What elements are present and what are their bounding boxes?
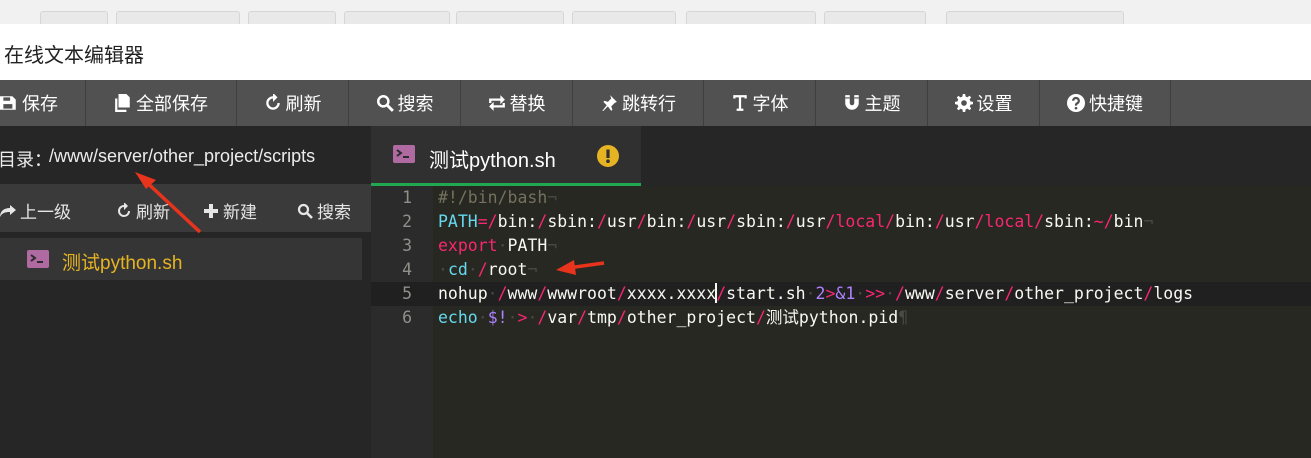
help-icon [1067,94,1085,112]
line-number: 4 [402,260,412,279]
goto-line-label: 跳转行 [622,94,676,114]
pin-icon [600,94,618,112]
code-line-text: echo·$!·>·/var/tmp/other_project/测试pytho… [438,308,909,327]
code-line-text: nohup·/www/wwwroot/xxxx.xxxx/start.sh·2>… [438,283,1194,303]
text-icon [731,94,749,112]
theme-label: 主题 [864,94,901,114]
replace-label: 替换 [509,94,546,114]
save-all-icon [114,94,132,112]
line-number: 6 [402,308,412,327]
code-line: 1 #!/bin/bash¬ [371,186,1311,210]
editor-tab-name: 测试python.sh [429,150,556,172]
share-icon [0,204,16,217]
save-label: 保存 [22,94,58,114]
code-line: 3 export·PATH¬ [371,234,1311,258]
theme-button[interactable]: 主题 [816,80,928,126]
new-file-button[interactable]: 新建 [203,198,257,223]
terminal-icon [27,250,49,273]
settings-label: 设置 [976,94,1013,114]
code-area[interactable]: 1 #!/bin/bash¬ 2 PATH=/bin:/sbin:/usr/bi… [371,186,1311,458]
parent-dir-button[interactable]: 上一级 [0,198,71,223]
file-sidebar: 目录： /www/server/other_project/scripts 上一… [0,126,371,458]
directory-label: 目录： [0,150,52,170]
save-icon [0,94,18,112]
save-button[interactable]: 保存 [0,80,86,126]
line-number: 5 [402,284,412,303]
sidebar-refresh-label: 刷新 [136,203,170,222]
code-editor: 测试python.sh 1 #!/bin/bash¬ 2 PATH=/bin:/… [371,126,1311,458]
new-file-label: 新建 [223,203,257,222]
refresh-label: 刷新 [285,94,322,114]
window-title: 在线文本编辑器 [4,45,144,67]
sidebar-search-label: 搜索 [317,203,351,222]
code-line-text: #!/bin/bash¬ [438,188,558,207]
font-label: 字体 [752,94,789,114]
file-list-item[interactable]: 测试python.sh [0,238,362,280]
terminal-icon [393,145,415,168]
shebang-text: #!/bin/bash [438,188,548,207]
parent-dir-label: 上一级 [20,203,71,222]
code-line-current: 5 nohup·/www/wwwroot/xxxx.xxxx/start.sh·… [371,282,1311,306]
replace-icon [488,94,506,112]
editor-tab-strip: 测试python.sh [371,126,1311,186]
code-line: 6 echo·$!·>·/var/tmp/other_project/测试pyt… [371,306,1311,330]
sidebar-refresh-button[interactable]: 刷新 [116,198,170,223]
magnet-icon [843,94,861,112]
replace-button[interactable]: 替换 [461,80,573,126]
browser-tab-strip [0,0,1311,26]
sidebar-toolbar: 上一级 刷新 新建 搜索 [0,184,371,232]
goto-line-button[interactable]: 跳转行 [573,80,704,126]
code-line-text: ·cd·/root¬ [438,260,538,279]
save-all-label: 全部保存 [136,94,208,114]
line-number: 3 [402,236,412,255]
refresh-icon [264,94,282,112]
sidebar-search-button[interactable]: 搜索 [297,198,351,223]
font-button[interactable]: 字体 [704,80,816,126]
search-icon [297,203,313,219]
dialog-titlebar: 在线文本编辑器 [0,24,1311,80]
refresh-icon [118,202,130,217]
search-button[interactable]: 搜索 [349,80,461,126]
line-number: 2 [402,212,412,231]
search-icon [376,94,394,112]
editor-tab-active[interactable]: 测试python.sh [371,126,641,186]
warning-icon [597,145,619,172]
save-all-button[interactable]: 全部保存 [86,80,237,126]
search-label: 搜索 [397,94,434,114]
editor-toolbar: 保存 全部保存 刷新 搜索 替换 跳转行 字体 主题 设置 快捷键 [0,80,1311,126]
settings-button[interactable]: 设置 [928,80,1040,126]
gear-icon [954,94,973,112]
plus-icon [204,203,218,218]
shortcuts-label: 快捷键 [1089,94,1143,114]
code-line: 4 ·cd·/root¬ [371,258,1311,282]
shortcuts-button[interactable]: 快捷键 [1040,80,1171,126]
code-line-text: export·PATH¬ [438,236,558,255]
code-line-text: PATH=/bin:/sbin:/usr/bin:/usr/sbin:/usr/… [438,212,1154,231]
file-name: 测试python.sh [62,253,183,274]
refresh-button[interactable]: 刷新 [237,80,349,126]
directory-bar: 目录： /www/server/other_project/scripts [0,126,371,184]
code-line: 2 PATH=/bin:/sbin:/usr/bin:/usr/sbin:/us… [371,210,1311,234]
directory-path: /www/server/other_project/scripts [49,146,316,166]
line-number: 1 [402,188,412,207]
